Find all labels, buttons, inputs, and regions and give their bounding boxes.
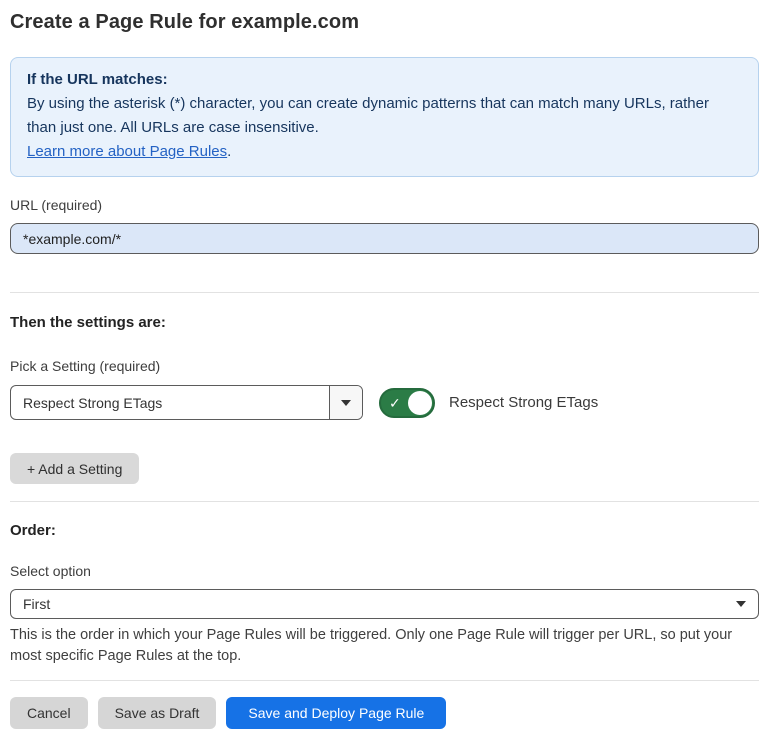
toggle-knob: [408, 391, 432, 415]
chevron-down-icon: [736, 601, 746, 607]
setting-dropdown-arrow-button[interactable]: [329, 386, 362, 419]
setting-row: Respect Strong ETags ✓ Respect Strong ET…: [10, 385, 759, 420]
order-dropdown[interactable]: First: [10, 589, 759, 619]
add-setting-button[interactable]: + Add a Setting: [10, 453, 139, 484]
link-period: .: [227, 143, 231, 160]
setting-dropdown-value: Respect Strong ETags: [11, 386, 329, 419]
footer-actions: Cancel Save as Draft Save and Deploy Pag…: [10, 697, 759, 729]
page-title: Create a Page Rule for example.com: [10, 10, 759, 34]
pick-setting-label: Pick a Setting (required): [10, 358, 759, 375]
settings-section-heading: Then the settings are:: [10, 314, 759, 332]
select-option-label: Select option: [10, 563, 759, 580]
cancel-button[interactable]: Cancel: [10, 697, 88, 729]
url-input[interactable]: [10, 223, 759, 254]
divider: [10, 501, 759, 502]
setting-dropdown[interactable]: Respect Strong ETags: [10, 385, 363, 420]
save-and-deploy-button[interactable]: Save and Deploy Page Rule: [226, 697, 446, 729]
info-box-heading: If the URL matches:: [27, 68, 742, 92]
url-match-info-box: If the URL matches: By using the asteris…: [10, 57, 759, 177]
info-box-link-line: Learn more about Page Rules.: [27, 140, 742, 164]
setting-toggle-group: ✓ Respect Strong ETags: [379, 388, 598, 418]
order-dropdown-value: First: [23, 596, 50, 612]
setting-toggle-label: Respect Strong ETags: [449, 394, 598, 411]
info-box-body: By using the asterisk (*) character, you…: [27, 92, 727, 140]
create-page-rule-panel: Create a Page Rule for example.com If th…: [0, 0, 769, 718]
learn-more-link[interactable]: Learn more about Page Rules: [27, 143, 227, 160]
divider: [10, 680, 759, 681]
setting-toggle-switch[interactable]: ✓: [379, 388, 435, 418]
url-label: URL (required): [10, 197, 759, 214]
check-icon: ✓: [389, 396, 401, 410]
divider: [10, 292, 759, 293]
dropdown-arrow-icon: [341, 400, 351, 406]
order-help-text: This is the order in which your Page Rul…: [10, 625, 755, 667]
save-as-draft-button[interactable]: Save as Draft: [98, 697, 217, 729]
order-section-heading: Order:: [10, 522, 759, 540]
